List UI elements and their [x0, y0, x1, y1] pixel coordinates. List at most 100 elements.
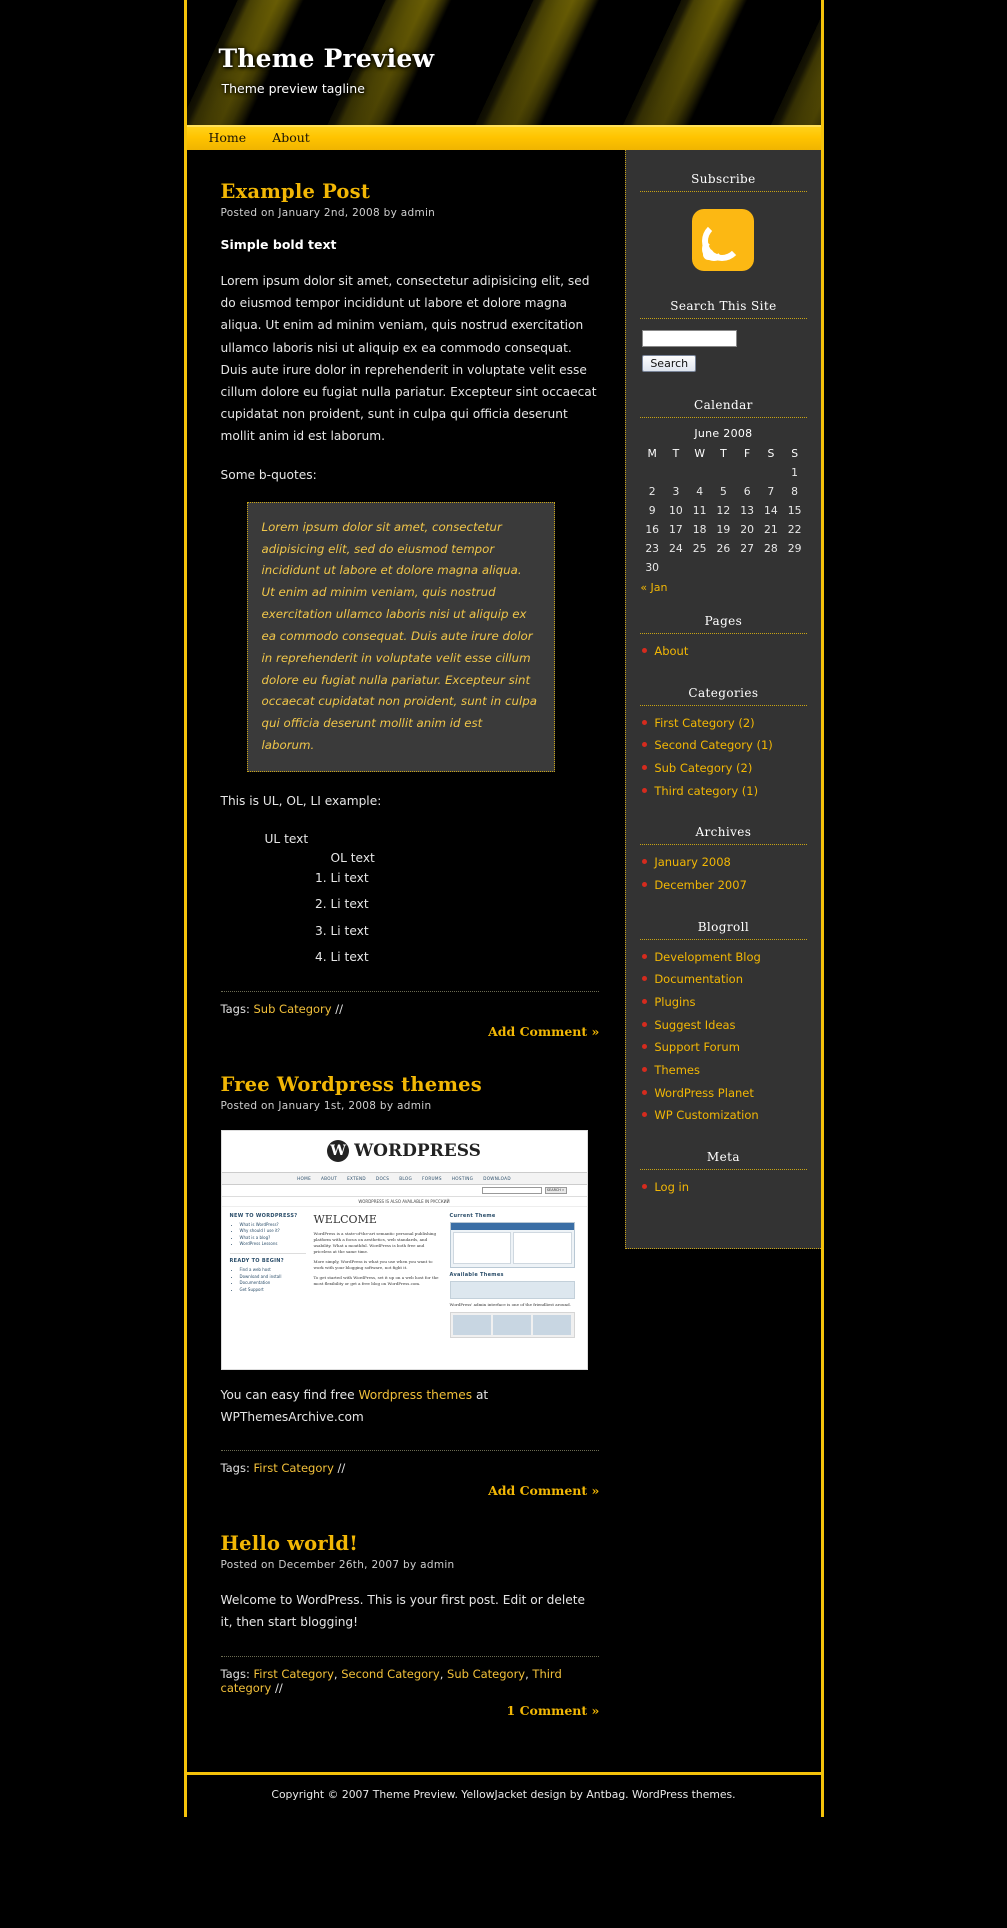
screenshot-right-heading: Current Theme	[449, 1212, 496, 1219]
calendar-table: June 2008 M T W T F S S 1 2 3 4 5 6 7 8 …	[640, 427, 806, 577]
unordered-list: UL text	[265, 828, 600, 851]
screenshot-left-heading: NEW TO WORDPRESS?	[229, 1212, 298, 1219]
blogroll-link[interactable]: Support Forum	[654, 1040, 740, 1054]
widget-divider	[640, 704, 807, 706]
post-paragraph: Welcome to WordPress. This is your first…	[220, 1593, 586, 1630]
category-link[interactable]: Second Category (1)	[654, 738, 772, 752]
list-item: Li text	[331, 867, 600, 890]
search-input[interactable]	[642, 330, 738, 347]
widget-blogroll: Blogroll Development Blog Documentation …	[640, 919, 807, 1130]
tag-link[interactable]: Sub Category	[447, 1667, 525, 1681]
add-comment-link[interactable]: Add Comment »	[221, 1483, 599, 1498]
blogroll-link[interactable]: Suggest Ideas	[654, 1018, 735, 1032]
widget-meta: Meta Log in	[640, 1150, 807, 1202]
list-item[interactable]: Plugins	[640, 994, 806, 1017]
nav-item-home[interactable]: Home	[209, 132, 247, 145]
list-item[interactable]: First Category (2)	[640, 715, 806, 738]
widget-title: Pages	[704, 614, 743, 628]
widget-divider	[640, 633, 807, 634]
calendar-day	[783, 558, 807, 577]
list-item[interactable]: Sub Category (2)	[640, 760, 806, 783]
list-item[interactable]: January 2008	[640, 854, 806, 877]
nav-item-about[interactable]: About	[272, 132, 310, 145]
calendar-day: 11	[692, 504, 707, 517]
list-item[interactable]: Third category (1)	[640, 783, 806, 806]
list-example-block: UL text OL text Li text Li text Li text …	[221, 828, 600, 969]
blogroll-link[interactable]: Plugins	[654, 995, 695, 1009]
screenshot-left-column: NEW TO WORDPRESS? What is WordPress? Why…	[229, 1212, 306, 1338]
comment-count-link[interactable]: 1 Comment »	[221, 1703, 600, 1718]
calendar-day: 20	[740, 523, 754, 536]
add-comment-link[interactable]: Add Comment »	[221, 1024, 599, 1039]
post-title[interactable]: Hello world!	[221, 1532, 600, 1555]
archive-link[interactable]: January 2008	[654, 855, 731, 869]
post-meta: Posted on January 2nd, 2008 by admin	[220, 207, 436, 219]
widget-categories: Categories First Category (2) Second Cat…	[640, 686, 807, 806]
archive-link[interactable]: December 2007	[654, 878, 747, 892]
search-button[interactable]: Search	[642, 355, 697, 372]
rss-feed-icon[interactable]	[692, 209, 755, 271]
post-paragraph-1: Lorem ipsum dolor sit amet, consectetur …	[220, 274, 597, 444]
calendar-day: 8	[791, 485, 799, 498]
calendar-day: 10	[669, 504, 683, 517]
calendar-day	[664, 558, 688, 577]
widget-title: Search This Site	[670, 299, 777, 313]
list-item: WordPress Lessons	[240, 1241, 306, 1247]
blogroll-link[interactable]: WordPress Planet	[654, 1086, 754, 1100]
post-title[interactable]: Free Wordpress themes	[221, 1073, 600, 1096]
blogroll-link[interactable]: Themes	[654, 1063, 700, 1077]
screenshot-right-column: Current Theme Available Themes WordPress…	[449, 1212, 575, 1338]
login-link[interactable]: Log in	[654, 1180, 689, 1194]
blogroll-link[interactable]: WP Customization	[654, 1108, 758, 1122]
list-item[interactable]: Support Forum	[640, 1039, 806, 1062]
tag-link[interactable]: Second Category	[341, 1667, 440, 1681]
list-item[interactable]: Development Blog	[640, 949, 806, 972]
screenshot-nav-item: BLOG	[399, 1175, 413, 1181]
wordpress-themes-link[interactable]: Wordpress themes	[358, 1388, 472, 1402]
calendar-day	[735, 558, 759, 577]
site-tagline: Theme preview tagline	[221, 81, 365, 96]
category-link[interactable]: Third category (1)	[654, 784, 758, 798]
screenshot-search-bar: SEARCH »	[221, 1184, 587, 1197]
list-item[interactable]: Log in	[640, 1179, 806, 1202]
list-item[interactable]: Suggest Ideas	[640, 1017, 806, 1040]
list-item[interactable]: Themes	[640, 1062, 806, 1085]
list-item[interactable]: December 2007	[640, 877, 806, 900]
screenshot-welcome-heading: WELCOME	[313, 1212, 377, 1226]
widget-title: Blogroll	[697, 919, 750, 934]
screenshot-logo-bar: W WORDPRESS	[221, 1130, 587, 1173]
list-item[interactable]: WordPress Planet	[640, 1085, 806, 1108]
blogroll-link[interactable]: Documentation	[654, 972, 743, 986]
screenshot-nav-item: ABOUT	[321, 1175, 338, 1181]
tag-link[interactable]: Sub Category	[254, 1002, 332, 1016]
list-item[interactable]: Second Category (1)	[640, 737, 806, 760]
ordered-list: Li text Li text Li text Li text	[331, 867, 600, 969]
calendar-day: 12	[716, 504, 731, 517]
tag-link[interactable]: First Category	[254, 1461, 334, 1475]
main-navigation[interactable]: Home About	[186, 125, 821, 150]
calendar-day: 7	[767, 485, 775, 498]
post-title[interactable]: Example Post	[221, 180, 600, 203]
screenshot-search-input	[481, 1186, 542, 1194]
ordered-list-heading: OL text	[330, 850, 375, 865]
sidebar-link-about[interactable]: About	[654, 644, 688, 658]
calendar-day	[688, 558, 712, 577]
category-link[interactable]: First Category (2)	[654, 716, 754, 730]
screenshot-nav-item: EXTEND	[347, 1175, 366, 1181]
calendar-prev-link[interactable]: « Jan	[640, 581, 667, 594]
widget-title: Archives	[695, 825, 752, 840]
blogroll-link[interactable]: Development Blog	[654, 950, 761, 964]
list-item[interactable]: WP Customization	[640, 1107, 806, 1130]
calendar-weekday: T	[720, 447, 727, 460]
post-text-before: You can easy find free	[220, 1387, 359, 1402]
screenshot-theme-panel	[449, 1221, 575, 1268]
calendar-header-row: M T W T F S S	[640, 444, 806, 463]
calendar-row: 23 24 25 26 27 28 29	[640, 539, 806, 558]
list-item[interactable]: Documentation	[640, 971, 806, 994]
list-item[interactable]: About	[640, 643, 806, 666]
post-free-wordpress-themes: Free Wordpress themes Posted on January …	[220, 1073, 600, 1498]
tag-link[interactable]: First Category	[254, 1667, 334, 1681]
category-link[interactable]: Sub Category (2)	[654, 761, 752, 775]
meta-list: Log in	[640, 1179, 806, 1202]
widget-title: Meta	[706, 1150, 740, 1165]
